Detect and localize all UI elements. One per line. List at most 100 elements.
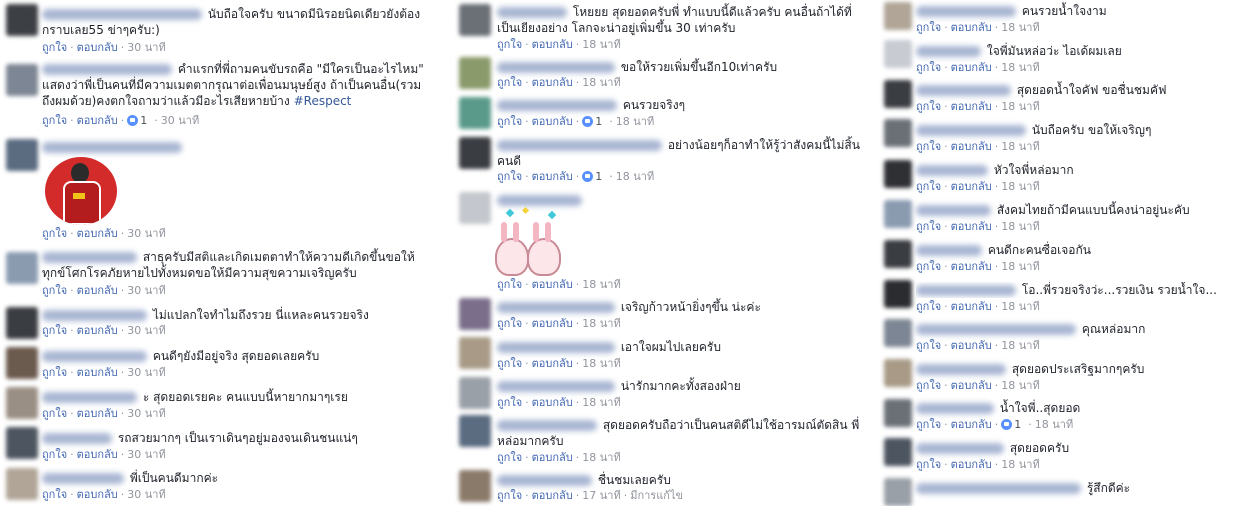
reply-link[interactable]: ตอบกลับ: [77, 227, 118, 240]
like-link[interactable]: ถูกใจ: [42, 41, 67, 54]
like-reaction-icon[interactable]: [582, 116, 594, 127]
like-link[interactable]: ถูกใจ: [42, 366, 67, 379]
avatar[interactable]: [884, 160, 912, 188]
like-link[interactable]: ถูกใจ: [916, 339, 941, 352]
reply-link[interactable]: ตอบกลับ: [951, 21, 992, 34]
commenter-name[interactable]: [916, 483, 1081, 494]
like-link[interactable]: ถูกใจ: [42, 488, 67, 501]
commenter-name[interactable]: [497, 302, 615, 313]
avatar[interactable]: [459, 137, 491, 169]
like-link[interactable]: ถูกใจ: [916, 220, 941, 233]
like-reaction-icon[interactable]: [127, 115, 139, 126]
commenter-name[interactable]: [42, 433, 112, 444]
commenter-name[interactable]: [916, 324, 1076, 335]
reply-link[interactable]: ตอบกลับ: [951, 180, 992, 193]
timestamp[interactable]: 18 นาที: [1001, 21, 1039, 34]
commenter-name[interactable]: [916, 46, 981, 57]
reply-link[interactable]: ตอบกลับ: [77, 114, 118, 127]
avatar[interactable]: [459, 337, 491, 369]
timestamp[interactable]: 18 นาที: [1001, 260, 1039, 273]
commenter-name[interactable]: [497, 195, 582, 206]
timestamp[interactable]: 18 นาที: [1001, 220, 1039, 233]
timestamp[interactable]: 30 นาที: [161, 114, 199, 127]
avatar[interactable]: [884, 2, 912, 30]
timestamp[interactable]: 18 นาที: [1001, 100, 1039, 113]
avatar[interactable]: [884, 319, 912, 347]
timestamp[interactable]: 30 นาที: [127, 366, 165, 379]
timestamp[interactable]: 18 นาที: [1001, 379, 1039, 392]
timestamp[interactable]: 18 นาที: [1001, 458, 1039, 471]
reply-link[interactable]: ตอบกลับ: [532, 451, 573, 464]
avatar[interactable]: [459, 97, 491, 129]
commenter-name[interactable]: [42, 351, 147, 362]
like-link[interactable]: ถูกใจ: [42, 227, 67, 240]
reply-link[interactable]: ตอบกลับ: [951, 100, 992, 113]
commenter-name[interactable]: [916, 205, 991, 216]
timestamp[interactable]: 30 นาที: [127, 284, 165, 297]
avatar[interactable]: [884, 399, 912, 427]
hashtag-link[interactable]: #Respect: [294, 94, 352, 108]
like-link[interactable]: ถูกใจ: [916, 300, 941, 313]
timestamp[interactable]: 18 นาที: [1001, 180, 1039, 193]
reply-link[interactable]: ตอบกลับ: [532, 278, 573, 291]
reply-link[interactable]: ตอบกลับ: [951, 379, 992, 392]
like-link[interactable]: ถูกใจ: [497, 170, 522, 183]
commenter-name[interactable]: [497, 420, 597, 431]
reply-link[interactable]: ตอบกลับ: [532, 489, 573, 502]
reply-link[interactable]: ตอบกลับ: [77, 448, 118, 461]
avatar[interactable]: [6, 4, 38, 36]
like-link[interactable]: ถูกใจ: [916, 458, 941, 471]
reply-link[interactable]: ตอบกลับ: [532, 396, 573, 409]
like-link[interactable]: ถูกใจ: [42, 448, 67, 461]
commenter-name[interactable]: [497, 342, 615, 353]
like-link[interactable]: ถูกใจ: [497, 278, 522, 291]
reply-link[interactable]: ตอบกลับ: [77, 41, 118, 54]
commenter-name[interactable]: [42, 252, 137, 263]
avatar[interactable]: [884, 478, 912, 506]
timestamp[interactable]: 18 นาที: [582, 278, 620, 291]
commenter-name[interactable]: [497, 140, 662, 151]
reply-link[interactable]: ตอบกลับ: [532, 357, 573, 370]
avatar[interactable]: [6, 347, 38, 379]
reply-link[interactable]: ตอบกลับ: [951, 61, 992, 74]
avatar[interactable]: [6, 252, 38, 284]
commenter-name[interactable]: [916, 443, 1004, 454]
commenter-name[interactable]: [916, 364, 1006, 375]
commenter-name[interactable]: [497, 381, 615, 392]
avatar[interactable]: [6, 64, 38, 96]
like-link[interactable]: ถูกใจ: [916, 100, 941, 113]
timestamp[interactable]: 30 นาที: [127, 324, 165, 337]
reply-link[interactable]: ตอบกลับ: [77, 284, 118, 297]
avatar[interactable]: [884, 200, 912, 228]
timestamp[interactable]: 30 นาที: [127, 41, 165, 54]
commenter-name[interactable]: [42, 310, 147, 321]
like-link[interactable]: ถูกใจ: [497, 317, 522, 330]
avatar[interactable]: [6, 387, 38, 419]
commenter-name[interactable]: [42, 392, 137, 403]
like-link[interactable]: ถูกใจ: [497, 357, 522, 370]
like-link[interactable]: ถูกใจ: [916, 260, 941, 273]
avatar[interactable]: [459, 192, 491, 224]
reply-link[interactable]: ตอบกลับ: [951, 458, 992, 471]
timestamp[interactable]: 30 นาที: [127, 227, 165, 240]
commenter-name[interactable]: [42, 64, 172, 75]
avatar[interactable]: [459, 298, 491, 330]
timestamp[interactable]: 18 นาที: [1001, 140, 1039, 153]
timestamp[interactable]: 18 นาที: [616, 115, 654, 128]
commenter-name[interactable]: [497, 475, 592, 486]
timestamp[interactable]: 18 นาที: [582, 38, 620, 51]
reply-link[interactable]: ตอบกลับ: [951, 140, 992, 153]
like-link[interactable]: ถูกใจ: [916, 140, 941, 153]
avatar[interactable]: [884, 438, 912, 466]
like-link[interactable]: ถูกใจ: [916, 418, 941, 431]
reaction-count[interactable]: 1: [1014, 418, 1021, 431]
avatar[interactable]: [6, 427, 38, 459]
timestamp[interactable]: 18 นาที: [1001, 300, 1039, 313]
avatar[interactable]: [6, 139, 38, 171]
commenter-name[interactable]: [916, 165, 988, 176]
like-reaction-icon[interactable]: [582, 171, 594, 182]
commenter-name[interactable]: [916, 245, 982, 256]
like-link[interactable]: ถูกใจ: [497, 115, 522, 128]
like-link[interactable]: ถูกใจ: [497, 396, 522, 409]
like-link[interactable]: ถูกใจ: [497, 38, 522, 51]
